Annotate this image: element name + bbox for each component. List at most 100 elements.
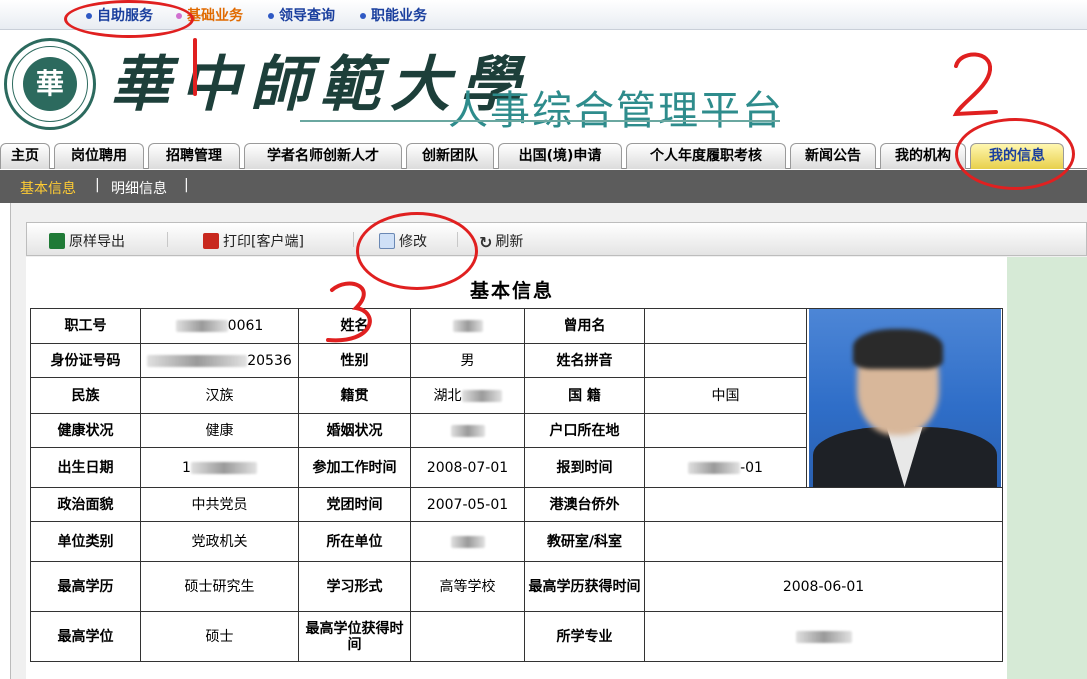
photo-hair — [852, 329, 943, 369]
profile-photo — [808, 309, 1001, 487]
refresh-button[interactable]: ↻ 刷新 — [479, 231, 523, 252]
field-label: 身份证号码 — [30, 343, 141, 378]
toolbar: 原样导出 打印[客户端] 修改 ↻ 刷新 — [26, 222, 1087, 256]
bullet-icon — [176, 13, 182, 19]
tab-recruitment[interactable]: 招聘管理 — [148, 143, 240, 169]
tab-scholars[interactable]: 学者名师创新人才 — [244, 143, 402, 169]
field-value — [644, 413, 807, 448]
field-label: 教研室/科室 — [524, 521, 645, 562]
redacted-blur — [461, 389, 502, 402]
field-value: 中共党员 — [140, 487, 299, 522]
form-title: 基本信息 — [470, 280, 555, 302]
pdf-icon — [203, 233, 219, 249]
excel-icon — [49, 233, 65, 249]
tab-post-employment[interactable]: 岗位聘用 — [54, 143, 144, 169]
field-value: 2007-05-01 — [410, 487, 525, 522]
field-value: 中国 — [644, 377, 807, 414]
tab-annual-assessment[interactable]: 个人年度履职考核 — [626, 143, 786, 169]
field-label: 性别 — [298, 343, 411, 378]
tab-news[interactable]: 新闻公告 — [790, 143, 876, 169]
banner: 華 華中師範大學 人事综合管理平台 — [0, 30, 1087, 140]
field-label: 党团时间 — [298, 487, 411, 522]
field-value — [410, 521, 525, 562]
field-label: 国 籍 — [524, 377, 645, 414]
field-value — [410, 308, 525, 344]
service-link-function[interactable]: 职能业务 — [360, 5, 427, 25]
bullet-icon — [86, 13, 92, 19]
service-link-self[interactable]: 自助服务 — [86, 5, 153, 25]
table-row: 政治面貌 中共党员 党团时间 2007-05-01 港澳台侨外 — [30, 487, 1003, 522]
subnav-basic-info[interactable]: 基本信息 — [20, 178, 76, 198]
field-value: 2008-06-01 — [644, 561, 1003, 612]
bullet-icon — [360, 13, 366, 19]
edit-button[interactable]: 修改 — [379, 231, 427, 251]
service-link-leader[interactable]: 领导查询 — [268, 5, 335, 25]
table-row: 职工号 0061 姓名 曾用名 — [30, 308, 1003, 488]
field-label: 所学专业 — [524, 611, 645, 662]
basic-info-table: 职工号 0061 姓名 曾用名 身份证号码 20536 性别 男 姓名拼音 民族… — [30, 308, 1003, 662]
field-label: 最高学历 — [30, 561, 141, 612]
field-value: -01 — [644, 447, 807, 488]
field-label: 最高学位 — [30, 611, 141, 662]
subnav-separator: | — [184, 177, 189, 193]
redacted-blur — [450, 424, 485, 437]
field-label: 曾用名 — [524, 308, 645, 344]
field-label: 最高学位获得时间 — [298, 611, 411, 662]
tab-my-info[interactable]: 我的信息 — [970, 143, 1064, 169]
redacted-blur — [190, 461, 257, 474]
field-label: 学习形式 — [298, 561, 411, 612]
tab-home[interactable]: 主页 — [0, 143, 50, 169]
print-button[interactable]: 打印[客户端] — [203, 231, 304, 251]
toolbar-separator — [167, 232, 168, 247]
field-value — [644, 521, 1003, 562]
field-label: 籍贯 — [298, 377, 411, 414]
redacted-blur — [147, 354, 248, 367]
field-value: 硕士研究生 — [140, 561, 299, 612]
field-label: 政治面貌 — [30, 487, 141, 522]
field-value — [644, 343, 807, 378]
field-label: 姓名拼音 — [524, 343, 645, 378]
field-label: 单位类别 — [30, 521, 141, 562]
export-button[interactable]: 原样导出 — [49, 231, 125, 251]
table-row: 最高学历 硕士研究生 学习形式 高等学校 最高学历获得时间 2008-06-01 — [30, 561, 1003, 612]
field-value: 汉族 — [140, 377, 299, 414]
field-label: 姓名 — [298, 308, 411, 344]
service-link-basic[interactable]: 基础业务 — [176, 5, 243, 25]
field-label: 职工号 — [30, 308, 141, 344]
redacted-blur — [175, 320, 228, 332]
redacted-blur — [452, 320, 483, 332]
sub-nav-bar: 基本信息 | 明细信息 | — [0, 170, 1087, 203]
field-value: 1 — [140, 447, 299, 488]
field-value: 湖北 — [410, 377, 525, 414]
toolbar-separator — [457, 232, 458, 247]
main-tab-bar: 主页 岗位聘用 招聘管理 学者名师创新人才 创新团队 出国(境)申请 个人年度履… — [0, 140, 1087, 169]
field-label: 民族 — [30, 377, 141, 414]
tab-my-org[interactable]: 我的机构 — [880, 143, 966, 169]
side-panel — [1007, 257, 1087, 679]
subnav-separator: | — [95, 177, 100, 193]
field-value: 男 — [410, 343, 525, 378]
field-label: 出生日期 — [30, 447, 141, 488]
field-label: 婚姻状况 — [298, 413, 411, 448]
platform-title: 人事综合管理平台 — [448, 88, 784, 134]
table-row: 单位类别 党政机关 所在单位 教研室/科室 — [30, 521, 1003, 562]
tab-overseas-application[interactable]: 出国(境)申请 — [498, 143, 622, 169]
field-label: 港澳台侨外 — [524, 487, 645, 522]
field-label: 健康状况 — [30, 413, 141, 448]
tab-innovation-team[interactable]: 创新团队 — [406, 143, 494, 169]
field-value — [644, 487, 1003, 522]
field-value — [410, 413, 525, 448]
subnav-detail-info[interactable]: 明细信息 — [111, 178, 167, 198]
toolbar-separator — [353, 232, 354, 247]
field-value — [410, 611, 525, 662]
photo-cell — [806, 308, 1003, 488]
field-value: 0061 — [140, 308, 299, 344]
seal-glyph: 華 — [23, 57, 77, 111]
field-value — [644, 308, 807, 344]
field-value: 硕士 — [140, 611, 299, 662]
field-value: 高等学校 — [410, 561, 525, 612]
field-label: 最高学历获得时间 — [524, 561, 645, 612]
banner-divider — [300, 120, 780, 122]
refresh-icon: ↻ — [479, 233, 493, 252]
field-label: 参加工作时间 — [298, 447, 411, 488]
